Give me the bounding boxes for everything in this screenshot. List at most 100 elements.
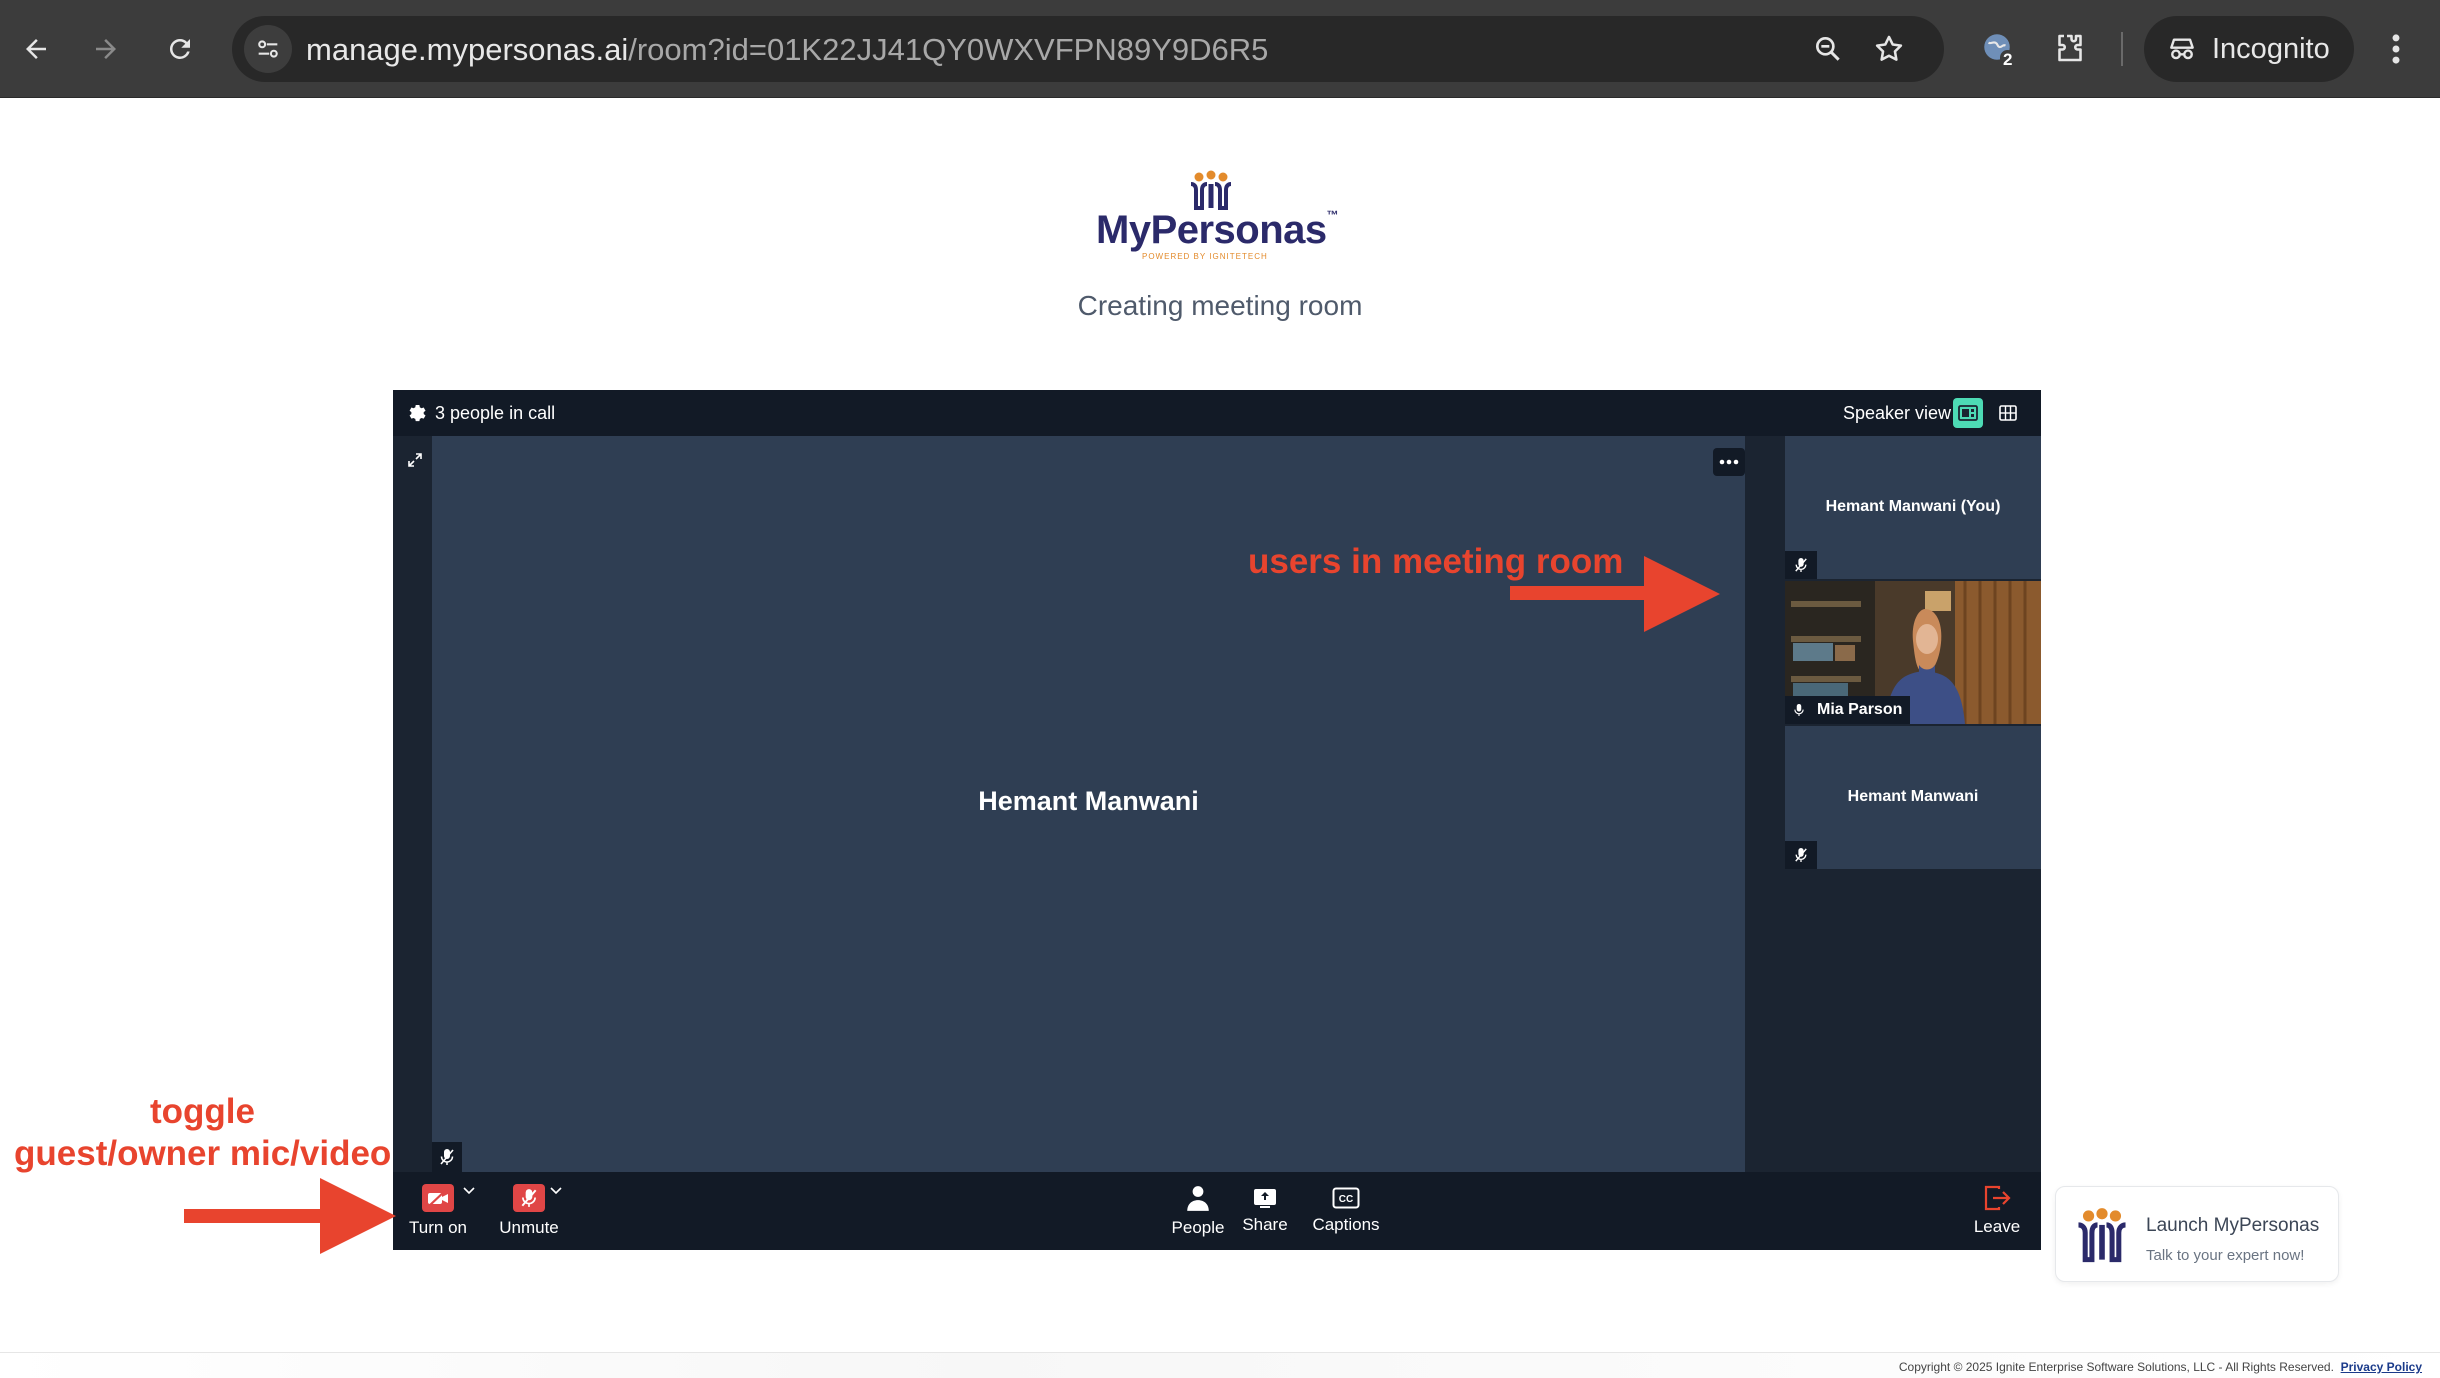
browser-menu-button[interactable] bbox=[2384, 30, 2408, 73]
speaker-view-button[interactable] bbox=[1953, 398, 1983, 428]
participant-name: Hemant Manwani (You) bbox=[1825, 498, 2001, 515]
status-title: Creating meeting room bbox=[1077, 290, 1363, 321]
person-icon bbox=[1187, 1186, 1209, 1211]
arrow-left-icon bbox=[26, 39, 46, 59]
settings-button[interactable] bbox=[405, 402, 427, 429]
toggle-annotation-line2: guest/owner mic/video bbox=[14, 1134, 392, 1173]
people-count-label: 3 people in call bbox=[435, 403, 556, 423]
view-mode-label: Speaker view bbox=[1842, 403, 1951, 423]
grid-view-button[interactable] bbox=[1993, 398, 2023, 428]
speaker-view-icon bbox=[1958, 405, 1978, 421]
leave-icon bbox=[1984, 1185, 2011, 1211]
logo-wordmark: MyPersonas™ bbox=[1096, 208, 1339, 253]
participant-label-bar: Mia Parson bbox=[1785, 696, 1911, 724]
participant-mic-status bbox=[1785, 841, 1817, 869]
call-controls-bar: Turn on Unmute People Share CC Captions bbox=[393, 1172, 2041, 1250]
mic-muted-icon bbox=[1795, 848, 1807, 862]
privacy-policy-link[interactable]: Privacy Policy bbox=[2341, 1360, 2422, 1374]
logo-trademark: ™ bbox=[1326, 208, 1339, 222]
camera-off-icon bbox=[428, 1189, 448, 1207]
mic-muted-icon bbox=[1795, 558, 1807, 572]
mic-toggle-label: Unmute bbox=[499, 1218, 559, 1237]
launch-card-title: Launch MyPersonas bbox=[2146, 1215, 2320, 1236]
tile-options-button[interactable] bbox=[1713, 448, 1745, 476]
video-call-frame: 3 people in call Speaker view Hemant Man… bbox=[393, 390, 2041, 1250]
launch-mypersonas-card[interactable]: Launch MyPersonas Talk to your expert no… bbox=[2055, 1186, 2339, 1282]
reload-icon bbox=[169, 38, 190, 59]
url-path: /room?id=01K22JJ41QY0WXVFPN89Y9D6R5 bbox=[628, 32, 1269, 67]
participant-tile[interactable]: Hemant Manwani (You) bbox=[1785, 436, 2041, 579]
leave-button[interactable]: Leave bbox=[1965, 1172, 2029, 1250]
site-settings-button[interactable] bbox=[244, 25, 292, 73]
captions-label: Captions bbox=[1312, 1215, 1380, 1234]
copyright-text: Copyright © 2025 Ignite Enterprise Softw… bbox=[1898, 1360, 2334, 1374]
persona-mark-icon bbox=[1190, 170, 1232, 210]
kebab-menu-icon bbox=[2392, 34, 2400, 64]
url-host: manage.mypersonas.ai bbox=[306, 32, 629, 67]
share-label: Share bbox=[1242, 1215, 1288, 1234]
participant-video-tile[interactable]: Mia Parson bbox=[1785, 581, 2041, 724]
call-top-bar: 3 people in call Speaker view bbox=[393, 390, 2041, 436]
toggle-annotation-arrow bbox=[184, 1178, 396, 1254]
chevron-down-icon bbox=[550, 1187, 562, 1195]
share-button[interactable]: Share bbox=[1235, 1172, 1295, 1250]
arrow-right-icon bbox=[96, 39, 116, 59]
extension-button[interactable]: 2 bbox=[1980, 30, 2020, 70]
extensions-menu-button[interactable] bbox=[2052, 30, 2088, 71]
zoom-out-icon bbox=[1816, 36, 1840, 61]
address-bar[interactable]: manage.mypersonas.ai/room?id=01K22JJ41QY… bbox=[232, 16, 1944, 82]
participant-tile[interactable]: Hemant Manwani bbox=[1785, 726, 2041, 869]
mypersonas-logo: MyPersonas™ POWERED BY IGNITETECH bbox=[1090, 168, 1346, 262]
logo-tagline: POWERED BY IGNITETECH bbox=[1142, 252, 1268, 261]
persona-mark-icon bbox=[2078, 1208, 2126, 1263]
camera-toggle-button[interactable]: Turn on bbox=[407, 1172, 469, 1250]
camera-options-button[interactable] bbox=[463, 1182, 475, 1200]
participant-mic-status bbox=[1785, 551, 1817, 579]
bookmark-button[interactable] bbox=[1872, 32, 1906, 71]
participant-name: Hemant Manwani bbox=[1847, 788, 1979, 805]
people-button[interactable]: People bbox=[1163, 1172, 1233, 1250]
svg-text:CC: CC bbox=[1339, 1194, 1353, 1205]
launch-card-subtitle: Talk to your expert now! bbox=[2146, 1247, 2305, 1264]
captions-button[interactable]: CC Captions bbox=[1301, 1172, 1391, 1250]
toggle-annotation-line1: toggle bbox=[150, 1092, 255, 1131]
mic-muted-icon bbox=[521, 1189, 537, 1207]
incognito-icon bbox=[2170, 38, 2194, 60]
more-horizontal-icon bbox=[1719, 459, 1739, 465]
mic-on-icon bbox=[1794, 704, 1804, 716]
participant-name: Mia Parson bbox=[1817, 701, 1903, 718]
main-speaker-mic-status bbox=[432, 1142, 462, 1172]
fullscreen-button[interactable] bbox=[407, 452, 423, 473]
screen-share-icon bbox=[1254, 1189, 1276, 1208]
toolbar-divider bbox=[2121, 32, 2123, 66]
mic-muted-icon bbox=[440, 1149, 454, 1165]
people-label: People bbox=[1171, 1218, 1225, 1237]
star-icon bbox=[1875, 35, 1903, 61]
expand-icon bbox=[408, 453, 422, 467]
tune-icon bbox=[258, 40, 278, 58]
forward-button[interactable] bbox=[82, 25, 130, 73]
page-footer: Copyright © 2025 Ignite Enterprise Softw… bbox=[0, 1352, 2440, 1378]
mic-options-button[interactable] bbox=[550, 1182, 562, 1200]
users-annotation-arrow bbox=[1510, 556, 1720, 632]
footer-text: Copyright © 2025 Ignite Enterprise Softw… bbox=[1899, 1360, 2422, 1374]
grid-view-icon bbox=[1999, 405, 2017, 421]
incognito-indicator[interactable]: Incognito bbox=[2144, 16, 2354, 82]
url-text[interactable]: manage.mypersonas.ai/room?id=01K22JJ41QY… bbox=[306, 32, 1268, 68]
puzzle-icon bbox=[2058, 34, 2082, 62]
extension-badge: 2 bbox=[2000, 50, 2016, 70]
gear-icon bbox=[409, 405, 426, 422]
reload-button[interactable] bbox=[156, 25, 204, 73]
incognito-label: Incognito bbox=[2212, 32, 2330, 65]
main-speaker-name: Hemant Manwani bbox=[978, 786, 1199, 816]
closed-captions-icon: CC bbox=[1332, 1187, 1360, 1209]
browser-toolbar: manage.mypersonas.ai/room?id=01K22JJ41QY… bbox=[0, 0, 2440, 98]
zoom-button[interactable] bbox=[1812, 33, 1844, 70]
mic-muted-indicator bbox=[513, 1184, 545, 1212]
back-button[interactable] bbox=[12, 25, 60, 73]
logo-wordmark-text: MyPersonas bbox=[1096, 208, 1327, 252]
camera-toggle-label: Turn on bbox=[409, 1218, 467, 1237]
camera-off-indicator bbox=[422, 1184, 454, 1212]
leave-label: Leave bbox=[1973, 1217, 2021, 1236]
chevron-down-icon bbox=[463, 1187, 475, 1195]
